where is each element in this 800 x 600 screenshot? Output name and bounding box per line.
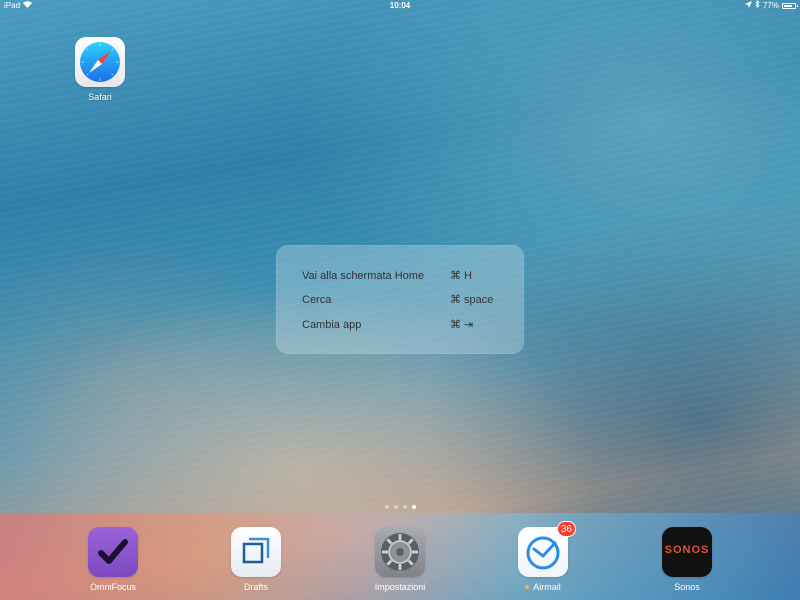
dock-app-airmail[interactable]: 36 Airmail (503, 521, 583, 592)
battery-percent: 77% (762, 1, 779, 10)
dock: OmniFocus Drafts Impostazioni 36 Airmail… (0, 513, 800, 600)
page-dot[interactable] (402, 505, 407, 509)
status-right: 77% (744, 0, 798, 12)
shortcut-keys: ⌘ space (450, 294, 494, 306)
page-dot[interactable] (411, 505, 416, 509)
app-label-safari: Safari (88, 92, 112, 102)
shortcut-keys: ⌘ H (450, 270, 472, 282)
shortcut-home[interactable]: Vai alla schermata Home ⌘ H (302, 268, 514, 284)
sonos-logo-text: SONOS (664, 544, 710, 556)
settings-gear-icon[interactable] (375, 527, 425, 577)
bluetooth-icon (755, 0, 760, 12)
page-indicator[interactable] (0, 505, 800, 509)
keyboard-shortcuts-overlay: Vai alla schermata Home ⌘ H Cerca ⌘ spac… (276, 245, 524, 354)
app-label-drafts: Drafts (243, 582, 268, 592)
dock-app-drafts[interactable]: Drafts (216, 527, 296, 592)
drafts-icon[interactable] (231, 527, 281, 577)
safari-icon[interactable] (75, 37, 125, 87)
page-dot[interactable] (393, 505, 398, 509)
app-safari[interactable]: Safari (68, 37, 132, 102)
page-dot[interactable] (384, 505, 389, 509)
notification-badge: 36 (556, 521, 576, 537)
dock-app-omnifocus[interactable]: OmniFocus (73, 527, 153, 592)
shortcut-label: Cerca (302, 294, 332, 306)
shortcut-search[interactable]: Cerca ⌘ space (302, 292, 514, 308)
location-arrow-icon (744, 0, 752, 12)
ipad-home-screen: iPad 10:04 77% Safari Vai alla schermata… (0, 0, 800, 600)
dock-app-sonos[interactable]: SONOS Sonos (647, 527, 727, 592)
app-label-impostazioni: Impostazioni (374, 582, 426, 592)
battery-icon (782, 3, 798, 9)
new-update-dot-icon (525, 584, 530, 589)
shortcut-label: Vai alla schermata Home (302, 270, 425, 282)
status-time: 10:04 (389, 1, 411, 10)
shortcut-switch-app[interactable]: Cambia app ⌘ ⇥ (302, 317, 514, 333)
app-label-airmail: Airmail (503, 582, 583, 592)
airmail-icon[interactable]: 36 (518, 521, 576, 577)
battery-fill (784, 5, 792, 7)
status-bar: iPad 10:04 77% (0, 0, 800, 12)
app-label-sonos: Sonos (674, 582, 700, 592)
app-label-omnifocus: OmniFocus (89, 582, 136, 592)
airmail-label-text: Airmail (533, 582, 561, 592)
dock-app-impostazioni[interactable]: Impostazioni (360, 527, 440, 592)
omnifocus-icon[interactable] (88, 527, 138, 577)
shortcut-label: Cambia app (302, 319, 362, 331)
sonos-icon[interactable]: SONOS (662, 527, 712, 577)
shortcut-keys: ⌘ ⇥ (450, 319, 474, 331)
